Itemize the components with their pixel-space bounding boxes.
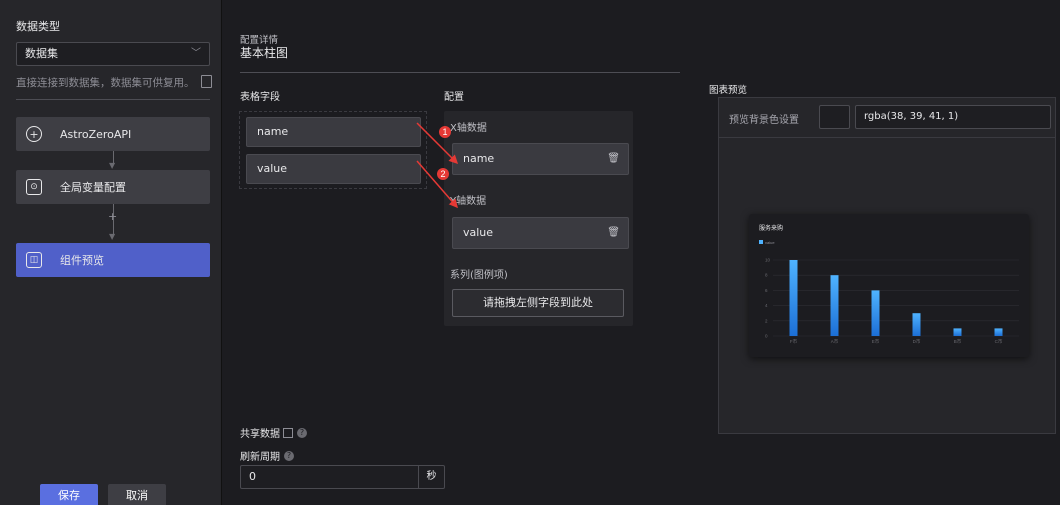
x-tick-label: E市 <box>872 338 880 345</box>
divider <box>240 72 680 73</box>
main-panel: 配置详情 基本柱图 表格字段 配置 name value X轴数据 name 🗑… <box>223 0 1060 505</box>
field-name[interactable]: name <box>246 117 421 147</box>
y-tick-label: 6 <box>765 288 768 293</box>
y-tick-label: 8 <box>765 273 768 278</box>
cancel-button[interactable]: 取消 <box>108 484 166 505</box>
document-icon[interactable] <box>201 75 212 88</box>
refresh-label: 刷新周期 <box>240 452 280 463</box>
node-label: AstroZeroAPI <box>60 127 132 141</box>
node-global-variables[interactable]: ⊙ 全局变量配置 <box>16 170 210 204</box>
chart-preview-panel: 预览背景色设置 rgba(38, 39, 41, 1) 服务来购 value 0 2 4… <box>718 97 1056 434</box>
bar <box>871 290 880 336</box>
bar <box>789 260 798 336</box>
share-data-row: 共享数据 ? <box>240 425 307 440</box>
fields-column-label: 表格字段 <box>240 92 280 103</box>
x-axis-drop[interactable]: name 🗑 <box>452 143 629 175</box>
node-label: 全局变量配置 <box>60 181 126 194</box>
save-button[interactable]: 保存 <box>40 484 98 505</box>
x-tick-label: B市 <box>954 338 962 345</box>
annotation-arrow-1 <box>416 122 459 165</box>
y-tick-label: 4 <box>765 303 768 308</box>
arrow-down-icon: ▼ <box>109 232 116 241</box>
search-variable-icon: ⊙ <box>26 179 42 195</box>
annotation-arrow-2 <box>416 160 458 209</box>
refresh-unit: 秒 <box>418 466 444 488</box>
data-type-select[interactable]: 数据集 ﹀ <box>16 42 210 66</box>
bar <box>830 275 839 336</box>
node-component-preview[interactable]: ◫ 组件预览 <box>16 243 210 277</box>
config-column-label: 配置 <box>444 92 464 103</box>
data-type-title: 数据类型 <box>16 20 60 33</box>
help-icon[interactable]: ? <box>284 450 294 461</box>
y-tick-label: 2 <box>765 318 768 323</box>
add-node-plus-icon[interactable]: + <box>108 210 117 223</box>
chart-title: 服务来购 <box>759 224 783 232</box>
preview-label: 图表预览 <box>709 85 748 96</box>
bg-color-label: 预览背景色设置 <box>729 115 799 126</box>
node-label: 组件预览 <box>60 254 104 267</box>
x-tick-label: A市 <box>831 338 839 345</box>
arrow-down-icon: ▼ <box>109 161 116 170</box>
y-tick-label: 10 <box>765 258 771 263</box>
trash-icon[interactable]: 🗑 <box>607 218 620 248</box>
chart-preview-icon: ◫ <box>26 252 42 268</box>
node-astrozero-api[interactable]: + AstroZeroAPI <box>16 117 210 151</box>
legend-swatch <box>759 240 763 244</box>
field-value[interactable]: value <box>246 154 421 184</box>
bar <box>953 328 962 336</box>
help-icon[interactable]: ? <box>297 427 307 438</box>
preview-chart-card: 服务来购 value 0 2 4 6 8 10 F市 A市 E市 D市 B市 C市 <box>749 214 1029 357</box>
annotation-arrows: 1 2 <box>416 122 459 209</box>
x-tick-label: C市 <box>995 338 1003 345</box>
page-title: 基本柱图 <box>240 46 289 60</box>
annotation-marker-2-text: 2 <box>440 169 445 179</box>
divider <box>16 99 210 100</box>
trash-icon[interactable]: 🗑 <box>607 144 620 174</box>
series-drop-placeholder[interactable]: 请拖拽左侧字段到此处 <box>452 289 624 317</box>
data-type-hint: 直接连接到数据集，数据集可供复用。 <box>16 75 212 90</box>
refresh-row: 刷新周期 ? <box>240 448 294 463</box>
series-label: 系列(图例项) <box>450 270 508 281</box>
y-tick-label: 0 <box>765 334 768 339</box>
x-tick-label: D市 <box>913 338 921 345</box>
bar-chart: 服务来购 value 0 2 4 6 8 10 F市 A市 E市 D市 B市 C市 <box>759 224 1019 345</box>
plus-circle-icon: + <box>26 126 42 142</box>
annotation-marker-1-text: 1 <box>442 127 447 137</box>
x-tick-label: F市 <box>790 338 798 345</box>
chevron-down-icon: ﹀ <box>191 48 201 59</box>
share-data-checkbox[interactable] <box>283 427 293 438</box>
y-axis-drop[interactable]: value 🗑 <box>452 217 629 249</box>
bg-color-swatch[interactable] <box>819 105 850 129</box>
share-data-label: 共享数据 <box>240 429 280 440</box>
left-panel: 数据类型 数据集 ﹀ 直接连接到数据集，数据集可供复用。 + AstroZero… <box>0 0 222 505</box>
refresh-period-input[interactable]: 0 秒 <box>240 465 445 489</box>
bg-color-input[interactable]: rgba(38, 39, 41, 1) <box>855 105 1051 129</box>
legend-label: value <box>765 240 775 245</box>
bar <box>912 313 921 336</box>
bar <box>994 328 1003 336</box>
divider <box>719 137 1055 138</box>
data-type-select-value: 数据集 <box>25 47 58 60</box>
